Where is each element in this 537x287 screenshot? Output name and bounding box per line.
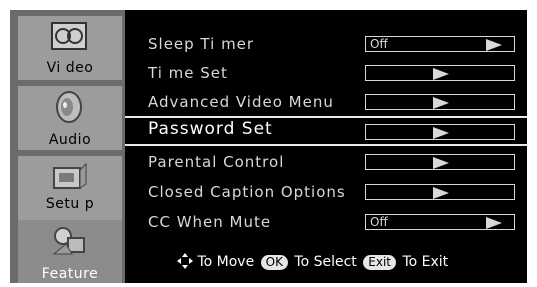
hint-exit-text: To Exit	[402, 254, 449, 270]
value-text: Off	[370, 215, 388, 229]
feature-icon	[52, 227, 85, 255]
arrow-right-icon	[433, 127, 449, 139]
menu-item-label: Closed Caption Options	[148, 183, 346, 201]
menu-item-parental-control[interactable]: Parental Control	[125, 149, 527, 175]
menu-item-cc-when-mute[interactable]: CC When Mute Off	[125, 209, 527, 235]
hint-select-text: To Select	[294, 254, 357, 270]
sidebar-item-feature[interactable]: Feature	[18, 220, 122, 283]
menu-item-advanced-video-menu[interactable]: Advanced Video Menu	[125, 89, 527, 115]
ok-key-badge: OK	[260, 255, 288, 270]
menu-item-label: Password Set	[148, 119, 273, 139]
menu-item-label: Parental Control	[148, 153, 285, 171]
value-field[interactable]: Off	[365, 214, 515, 230]
menu-item-sleep-timer[interactable]: Sleep Ti mer Off	[125, 31, 527, 57]
sidebar-item-label: Vi deo	[46, 60, 94, 76]
sidebar-item-label: Setu p	[45, 196, 95, 212]
menu-item-password-set[interactable]: Password Set	[125, 116, 527, 146]
exit-key-badge: Exit	[363, 255, 396, 270]
value-field[interactable]: Off	[365, 36, 515, 52]
sidebar: Vi deo Audio Setu p Feature	[10, 10, 125, 283]
value-field[interactable]	[365, 184, 515, 200]
sidebar-item-label: Audio	[48, 132, 92, 148]
value-field[interactable]	[365, 94, 515, 110]
arrow-right-icon	[433, 97, 449, 109]
value-field[interactable]	[365, 124, 515, 140]
menu-item-label: Sleep Ti mer	[148, 35, 255, 53]
setup-icon	[53, 162, 87, 189]
arrow-right-icon	[486, 217, 502, 229]
value-field[interactable]	[365, 154, 515, 170]
arrow-right-icon	[433, 187, 449, 199]
sidebar-item-video[interactable]: Vi deo	[18, 16, 122, 80]
dpad-arrows-icon	[177, 253, 193, 269]
sidebar-item-audio[interactable]: Audio	[18, 86, 122, 150]
menu-item-label: CC When Mute	[148, 213, 272, 231]
value-field[interactable]	[365, 65, 515, 81]
menu-item-time-set[interactable]: Ti me Set	[125, 60, 527, 86]
video-icon	[51, 22, 87, 50]
navigation-hint: To Move OK To Select Exit To Exit	[177, 253, 448, 270]
osd-menu: Vi deo Audio Setu p Feature Sleep Ti mer…	[10, 10, 527, 283]
hint-move-text: To Move	[197, 254, 255, 270]
arrow-right-icon	[433, 157, 449, 169]
sidebar-item-setup[interactable]: Setu p	[18, 156, 122, 220]
arrow-right-icon	[486, 39, 502, 51]
menu-item-closed-caption-options[interactable]: Closed Caption Options	[125, 179, 527, 205]
sidebar-item-label: Feature	[41, 266, 99, 282]
menu-item-label: Ti me Set	[148, 64, 228, 82]
arrow-right-icon	[433, 68, 449, 80]
menu-item-label: Advanced Video Menu	[148, 93, 334, 111]
speaker-icon	[56, 91, 82, 123]
settings-panel: Sleep Ti mer Off Ti me Set Advanced Vide…	[125, 10, 527, 283]
value-text: Off	[370, 37, 388, 51]
